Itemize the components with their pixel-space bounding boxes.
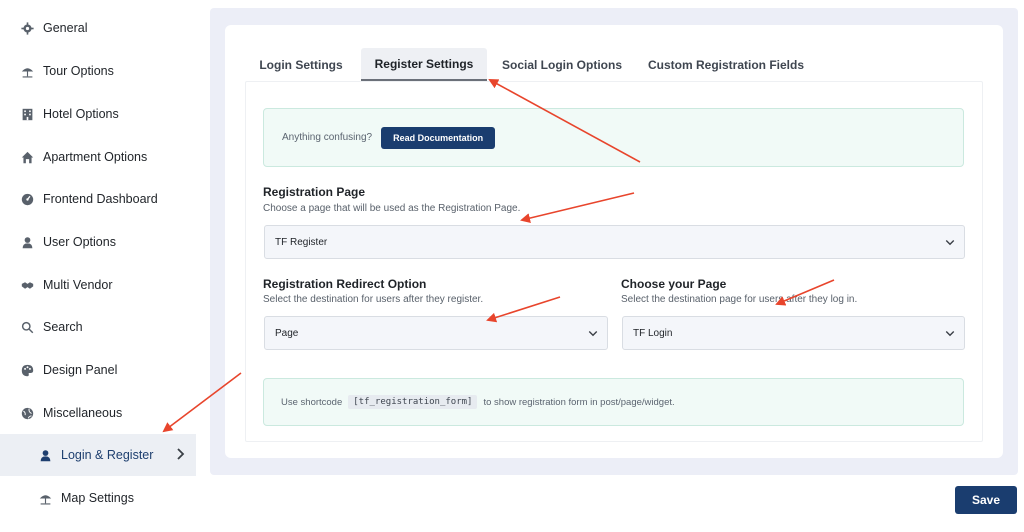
sidebar-item-label: Design Panel (43, 363, 118, 377)
sidebar-item-label: Multi Vendor (43, 278, 113, 292)
sidebar-item-general[interactable]: General (0, 7, 196, 49)
shortcode-notice: Use shortcode [tf_registration_form] to … (263, 378, 964, 426)
sidebar-item-label: Tour Options (43, 64, 114, 78)
choose-page-description: Select the destination page for users af… (621, 294, 858, 305)
sidebar-item-label: Search (43, 320, 83, 334)
chevron-down-icon (587, 327, 599, 339)
chevron-right-icon (172, 446, 188, 462)
tab-social-login-options[interactable]: Social Login Options (496, 48, 628, 81)
user-icon (20, 235, 34, 249)
redirect-option-select[interactable]: Page (264, 316, 608, 350)
choose-page-label: Choose your Page (621, 277, 727, 291)
globe-icon (20, 406, 34, 420)
registration-page-description: Choose a page that will be used as the R… (263, 203, 521, 214)
registration-page-label: Registration Page (263, 185, 366, 199)
save-button[interactable]: Save (955, 486, 1017, 514)
tab-custom-registration-fields[interactable]: Custom Registration Fields (644, 48, 808, 81)
umbrella-icon (38, 491, 52, 505)
sidebar-item-label: Frontend Dashboard (43, 192, 158, 206)
tab-register-settings[interactable]: Register Settings (361, 48, 487, 81)
sidebar-item-miscellaneous[interactable]: Miscellaneous (0, 392, 196, 434)
search-icon (20, 320, 34, 334)
sidebar-item-label: General (43, 21, 88, 35)
sidebar-item-label: User Options (43, 235, 116, 249)
documentation-notice: Anything confusing? Read Documentation (263, 108, 964, 167)
choose-page-select[interactable]: TF Login (622, 316, 965, 350)
tab-login-settings[interactable]: Login Settings (246, 48, 356, 81)
sidebar-item-multi-vendor[interactable]: Multi Vendor (0, 264, 196, 306)
sidebar-item-label: Miscellaneous (43, 406, 123, 420)
shortcode-prefix: Use shortcode (281, 396, 343, 408)
sidebar-item-user-options[interactable]: User Options (0, 221, 196, 263)
sidebar-item-tour-options[interactable]: Tour Options (0, 50, 196, 92)
user-icon (38, 448, 52, 462)
palette-icon (20, 363, 34, 377)
redirect-option-label: Registration Redirect Option (263, 277, 427, 291)
sidebar-item-map-settings[interactable]: Map Settings (0, 477, 196, 519)
umbrella-icon (20, 64, 34, 78)
notice-text: Anything confusing? (282, 132, 373, 143)
home-icon (20, 150, 34, 164)
sidebar-item-login-register[interactable]: Login & Register (0, 434, 196, 476)
select-value: Page (275, 327, 299, 339)
shortcode-code: [tf_registration_form] (348, 395, 478, 409)
gear-icon (20, 21, 34, 35)
sidebar-item-apartment-options[interactable]: Apartment Options (0, 136, 196, 178)
redirect-option-description: Select the destination for users after t… (263, 294, 484, 305)
sidebar-item-label: Hotel Options (43, 107, 119, 121)
sidebar-item-search[interactable]: Search (0, 306, 196, 348)
sidebar-item-label: Login & Register (61, 448, 154, 462)
select-value: TF Register (275, 236, 328, 248)
sidebar-item-label: Map Settings (61, 491, 134, 505)
sidebar-item-label: Apartment Options (43, 150, 148, 164)
sidebar-item-design-panel[interactable]: Design Panel (0, 349, 196, 391)
sidebar: General Tour Options Hotel Options Apart… (0, 0, 210, 532)
sidebar-item-hotel-options[interactable]: Hotel Options (0, 93, 196, 135)
building-icon (20, 107, 34, 121)
registration-page-select[interactable]: TF Register (264, 225, 965, 259)
sidebar-item-frontend-dashboard[interactable]: Frontend Dashboard (0, 178, 196, 220)
select-value: TF Login (633, 327, 673, 339)
handshake-icon (20, 278, 34, 292)
shortcode-suffix: to show registration form in post/page/w… (483, 396, 675, 408)
dashboard-icon (20, 192, 34, 206)
chevron-down-icon (944, 236, 956, 248)
chevron-down-icon (944, 327, 956, 339)
read-documentation-button[interactable]: Read Documentation (381, 126, 496, 149)
